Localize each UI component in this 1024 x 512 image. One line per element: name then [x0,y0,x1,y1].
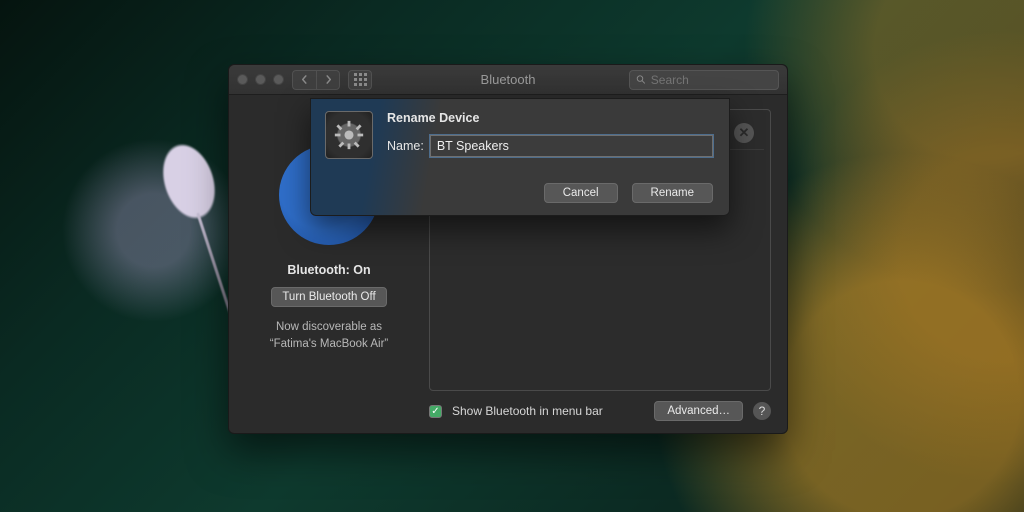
back-button[interactable] [292,70,316,90]
discoverable-text: Now discoverable as “Fatima's MacBook Ai… [270,319,389,354]
toggle-bluetooth-button[interactable]: Turn Bluetooth Off [271,287,386,307]
titlebar: Bluetooth [229,65,787,95]
search-input[interactable] [651,73,772,87]
discoverable-line1: Now discoverable as [270,319,389,336]
discoverable-line2: “Fatima's MacBook Air” [270,336,389,353]
name-field-row: Name: [387,135,713,157]
search-icon [636,74,646,85]
help-button[interactable]: ? [753,402,771,420]
rename-device-dialog: Rename Device Name: Cancel Rename [310,98,730,216]
nav-back-forward [292,70,340,90]
window-controls[interactable] [237,74,284,85]
zoom-icon[interactable] [273,74,284,85]
remove-device-icon[interactable]: ✕ [734,123,754,143]
bluetooth-status-label: Bluetooth: On [287,263,370,277]
show-all-button[interactable] [348,70,372,90]
grid-icon [354,73,367,86]
menubar-label: Show Bluetooth in menu bar [452,404,603,418]
rename-button[interactable]: Rename [632,183,713,203]
search-field[interactable] [629,70,779,90]
settings-gear-icon [325,111,373,159]
minimize-icon[interactable] [255,74,266,85]
name-field-label: Name: [387,139,424,153]
menubar-checkbox[interactable]: ✓ [429,405,442,418]
close-icon[interactable] [237,74,248,85]
device-name-input[interactable] [430,135,713,157]
dialog-content: Rename Device Name: Cancel Rename [387,111,713,203]
footer-row: ✓ Show Bluetooth in menu bar Advanced… ? [429,391,771,421]
cancel-button[interactable]: Cancel [544,183,618,203]
dialog-buttons: Cancel Rename [387,183,713,203]
advanced-button[interactable]: Advanced… [654,401,743,421]
forward-button[interactable] [316,70,340,90]
dialog-title: Rename Device [387,111,713,125]
